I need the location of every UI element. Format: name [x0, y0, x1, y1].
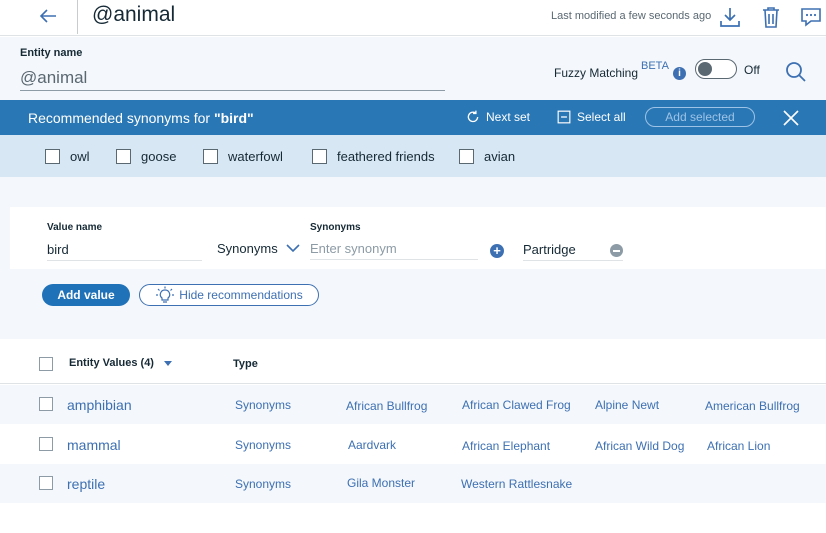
synonym-cell[interactable]: American Bullfrog — [705, 399, 800, 413]
add-synonym-icon[interactable]: + — [490, 244, 504, 258]
synonym-cell[interactable]: African Clawed Frog — [462, 398, 571, 412]
row-checkbox[interactable] — [39, 437, 53, 451]
add-selected-button[interactable]: Add selected — [645, 107, 755, 127]
close-icon[interactable] — [782, 109, 800, 127]
toggle-knob — [698, 62, 712, 76]
entity-value-name[interactable]: amphibian — [67, 397, 132, 413]
recommendation-item[interactable]: waterfowl — [203, 149, 283, 164]
search-icon[interactable] — [784, 60, 808, 84]
row-checkbox[interactable] — [39, 476, 53, 490]
table-row — [0, 425, 826, 464]
checkbox[interactable] — [203, 149, 218, 164]
recommendation-title-prefix: Recommended synonyms for — [28, 110, 214, 126]
sort-down-icon — [164, 361, 173, 367]
add-value-button[interactable]: Add value — [42, 284, 130, 306]
lightbulb-icon — [156, 286, 175, 303]
chat-icon[interactable] — [799, 5, 823, 29]
chevron-down-icon — [286, 244, 300, 253]
hide-recommendations-label: Hide recommendations — [179, 288, 303, 302]
last-modified-text: Last modified a few seconds ago — [551, 10, 712, 22]
back-arrow-icon[interactable] — [36, 4, 60, 28]
info-icon[interactable]: i — [673, 67, 686, 80]
synonym-cell[interactable]: Gila Monster — [347, 476, 415, 490]
recommendation-item[interactable]: goose — [116, 149, 176, 164]
synonym-field[interactable] — [523, 239, 623, 261]
column-header-entity-values-label: Entity Values (4) — [69, 357, 154, 369]
column-header-type: Type — [233, 358, 258, 370]
synonym-cell[interactable]: Alpine Newt — [595, 398, 659, 412]
synonym-cell[interactable]: Aardvark — [348, 438, 396, 452]
page-title: @animal — [92, 3, 176, 26]
entity-name-label: Entity name — [20, 47, 83, 59]
row-checkbox[interactable] — [39, 397, 53, 411]
synonym-input[interactable] — [310, 238, 478, 260]
select-all-button[interactable]: Select all — [557, 110, 626, 124]
next-set-label: Next set — [486, 110, 531, 124]
remove-synonym-icon[interactable] — [610, 244, 623, 257]
entity-value-name[interactable]: reptile — [67, 476, 105, 492]
synonym-cell[interactable]: African Bullfrog — [346, 399, 427, 413]
recommendation-title: Recommended synonyms for "bird" — [28, 110, 254, 126]
header-divider — [77, 0, 78, 34]
hide-recommendations-button[interactable]: Hide recommendations — [139, 284, 319, 306]
entity-value-type[interactable]: Synonyms — [235, 477, 291, 491]
recommendation-label: avian — [484, 149, 516, 164]
entity-value-type[interactable]: Synonyms — [235, 438, 291, 452]
recommendation-item[interactable]: avian — [459, 149, 515, 164]
page-header: @animal Last modified a few seconds ago — [0, 0, 826, 36]
recommendation-label: goose — [141, 149, 177, 164]
recommendation-item[interactable]: feathered friends — [312, 149, 435, 164]
delete-icon[interactable] — [759, 5, 783, 29]
column-header-entity-values[interactable]: Entity Values (4) — [69, 357, 173, 369]
synonym-cell[interactable]: Western Rattlesnake — [461, 477, 572, 491]
entity-value-type[interactable]: Synonyms — [235, 398, 291, 412]
toggle-state-text: Off — [744, 63, 760, 77]
synonym-cell[interactable]: African Elephant — [462, 439, 550, 453]
checkbox[interactable] — [116, 149, 131, 164]
next-set-button[interactable]: Next set — [466, 110, 530, 124]
checkbox[interactable] — [45, 149, 60, 164]
entity-value-name[interactable]: mammal — [67, 437, 121, 453]
select-all-icon — [557, 110, 571, 124]
fuzzy-matching-label: Fuzzy Matching — [554, 66, 639, 80]
type-select-value: Synonyms — [217, 241, 278, 256]
value-name-label: Value name — [47, 222, 103, 233]
beta-badge: BETA — [641, 60, 669, 72]
refresh-icon — [467, 110, 479, 123]
recommendation-term: "bird" — [213, 110, 254, 126]
synonym-cell[interactable]: African Wild Dog — [595, 439, 684, 453]
recommendation-label: owl — [70, 149, 90, 164]
value-name-input[interactable] — [47, 239, 202, 261]
fuzzy-matching-toggle[interactable] — [695, 59, 737, 79]
checkbox[interactable] — [312, 149, 327, 164]
entity-name-input[interactable] — [20, 64, 445, 91]
synonyms-label: Synonyms — [310, 222, 361, 233]
recommendation-label: waterfowl — [228, 149, 283, 164]
select-all-rows-checkbox[interactable] — [39, 357, 53, 371]
recommendation-label: feathered friends — [337, 149, 435, 164]
checkbox[interactable] — [459, 149, 474, 164]
recommendation-item[interactable]: owl — [45, 149, 90, 164]
type-select[interactable]: Synonyms — [217, 241, 300, 256]
select-all-label: Select all — [577, 110, 626, 124]
synonym-cell[interactable]: African Lion — [707, 439, 770, 453]
download-icon[interactable] — [718, 5, 742, 29]
